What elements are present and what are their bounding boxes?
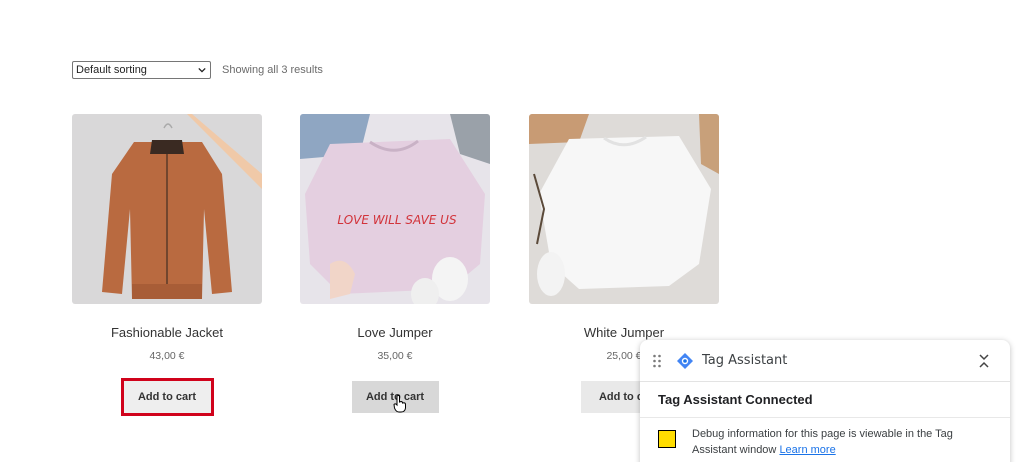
product-card: Fashionable Jacket 43,00 € Add to cart [72,114,262,416]
hand-cursor-icon [393,395,406,413]
status-indicator [658,430,676,448]
collapse-icon[interactable] [978,353,990,369]
product-title[interactable]: Fashionable Jacket [72,325,262,340]
drag-handle-icon[interactable] [652,354,662,368]
tag-assistant-panel: Tag Assistant Tag Assistant Connected De… [640,340,1010,462]
tag-assistant-title: Tag Assistant [702,353,788,368]
shop-toolbar: Default sorting Showing all 3 results [72,61,323,79]
learn-more-link[interactable]: Learn more [779,444,835,456]
tag-assistant-header: Tag Assistant [640,340,1010,382]
product-price: 35,00 € [377,350,413,362]
tag-assistant-logo-icon [677,352,693,369]
product-card: LOVE WILL SAVE US Love Jumper 35,00 € Ad… [300,114,490,413]
product-title[interactable]: Love Jumper [300,325,490,340]
product-image-love-jumper[interactable]: LOVE WILL SAVE US [300,114,490,304]
sort-select-value: Default sorting [76,64,147,76]
shirt-print-text: LOVE WILL SAVE US [337,213,457,227]
product-title[interactable]: White Jumper [529,325,719,340]
connection-status: Tag Assistant Connected [640,382,1010,418]
chevron-down-icon [198,67,206,73]
add-to-cart-button[interactable]: Add to cart [120,378,214,416]
sort-select[interactable]: Default sorting [72,61,211,79]
product-image-white-jumper[interactable] [529,114,719,304]
product-price: 43,00 € [149,350,185,362]
results-count: Showing all 3 results [222,64,323,76]
debug-message: Debug information for this page is viewa… [640,418,1010,458]
product-image-jacket[interactable] [72,114,262,304]
